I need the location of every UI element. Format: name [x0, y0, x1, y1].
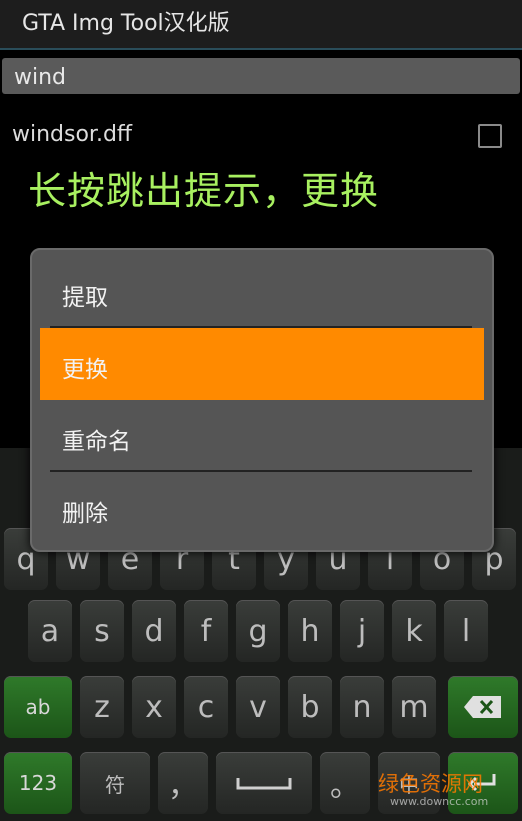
space-key[interactable] [216, 752, 312, 814]
key-c[interactable]: c [184, 676, 228, 738]
app-title: GTA Img Tool汉化版 [22, 11, 230, 36]
menu-item-extract[interactable]: 提取 [32, 256, 492, 328]
file-checkbox[interactable] [478, 124, 502, 148]
title-bar: GTA Img Tool汉化版 [0, 0, 522, 50]
file-name: windsor.dff [12, 122, 133, 147]
key-j[interactable]: j [340, 600, 384, 662]
key-comma[interactable]: ， [158, 752, 208, 814]
key-x[interactable]: x [132, 676, 176, 738]
key-b[interactable]: b [288, 676, 332, 738]
watermark-url: www.downcc.com [390, 795, 489, 808]
backspace-key[interactable] [448, 676, 518, 738]
key-s[interactable]: s [80, 600, 124, 662]
space-bar-icon [236, 778, 292, 790]
key-numbers[interactable]: 123 [4, 752, 72, 814]
menu-item-delete[interactable]: 删除 [32, 472, 492, 544]
menu-item-label: 重命名 [62, 429, 131, 455]
key-a[interactable]: a [28, 600, 72, 662]
key-ab-shift[interactable]: ab [4, 676, 72, 738]
list-item[interactable]: windsor.dff [0, 115, 522, 159]
menu-item-label: 删除 [62, 501, 108, 527]
watermark-logo: 绿色资源网 [378, 772, 483, 796]
backspace-icon [464, 696, 501, 718]
menu-item-label: 更换 [62, 357, 108, 383]
menu-item-label: 提取 [62, 285, 108, 311]
menu-item-rename[interactable]: 重命名 [32, 400, 492, 472]
key-m[interactable]: m [392, 676, 436, 738]
search-box[interactable] [2, 58, 520, 94]
key-period[interactable]: 。 [320, 752, 370, 814]
annotation-hint: 长按跳出提示，更换 [28, 169, 380, 213]
key-f[interactable]: f [184, 600, 228, 662]
key-k[interactable]: k [392, 600, 436, 662]
key-symbols[interactable]: 符 [80, 752, 150, 814]
search-input[interactable] [12, 61, 506, 93]
key-g[interactable]: g [236, 600, 280, 662]
key-d[interactable]: d [132, 600, 176, 662]
key-v[interactable]: v [236, 676, 280, 738]
key-h[interactable]: h [288, 600, 332, 662]
key-l[interactable]: l [444, 600, 488, 662]
context-menu: 提取 更换 重命名 删除 [30, 248, 494, 552]
key-z[interactable]: z [80, 676, 124, 738]
menu-item-replace[interactable]: 更换 [40, 328, 484, 400]
key-n[interactable]: n [340, 676, 384, 738]
